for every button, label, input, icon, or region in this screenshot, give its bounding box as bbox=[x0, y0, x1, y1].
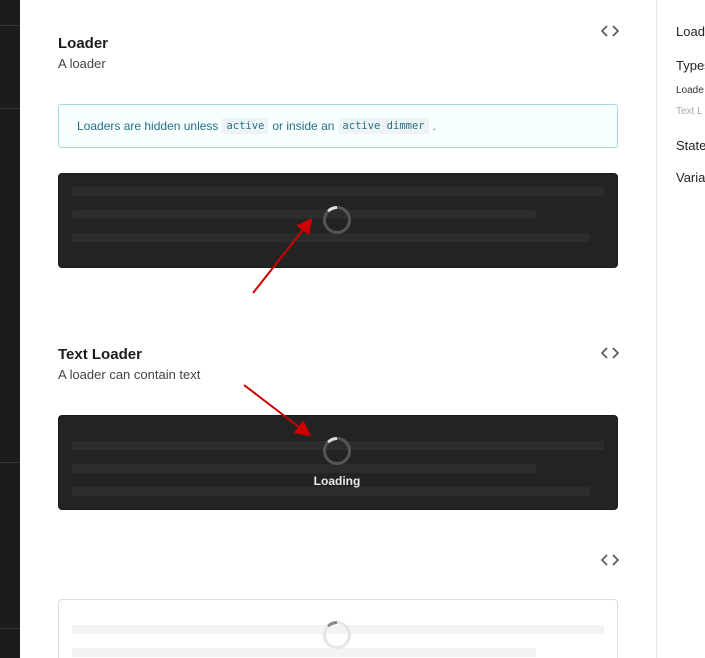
loader-demo bbox=[58, 173, 618, 268]
right-nav-sub-loader[interactable]: Loade bbox=[676, 85, 704, 96]
right-nav-states[interactable]: State bbox=[676, 138, 705, 153]
annotation-arrows bbox=[243, 217, 313, 437]
section-title-text-loader: Text Loader bbox=[58, 346, 142, 363]
section-desc-text-loader: A loader can contain text bbox=[58, 367, 201, 382]
spinner-icon bbox=[322, 436, 352, 466]
code-toggle-icon[interactable] bbox=[600, 24, 620, 38]
right-nav-types[interactable]: Types bbox=[676, 58, 705, 73]
right-nav-title[interactable]: Load bbox=[676, 24, 705, 39]
right-divider bbox=[656, 0, 657, 658]
info-message: Loaders are hidden unless active or insi… bbox=[58, 104, 618, 148]
info-text-middle: or inside an bbox=[272, 119, 335, 133]
code-toggle-icon[interactable] bbox=[600, 346, 620, 360]
section-desc-loader: A loader bbox=[58, 56, 106, 71]
code-active-dimmer: active dimmer bbox=[338, 118, 429, 134]
info-text-before: Loaders are hidden unless bbox=[77, 119, 219, 133]
docs-page: Loader A loader Loaders are hidden unles… bbox=[0, 0, 705, 658]
light-loader-demo bbox=[58, 599, 618, 658]
section-title-loader: Loader bbox=[58, 35, 109, 52]
spinner-icon bbox=[322, 620, 352, 650]
loader-text: Loading bbox=[313, 474, 361, 488]
code-active: active bbox=[222, 118, 269, 134]
left-sidebar bbox=[0, 0, 20, 658]
code-toggle-icon[interactable] bbox=[600, 553, 620, 567]
info-text-after: . bbox=[432, 119, 436, 133]
right-nav-variations[interactable]: Varia bbox=[676, 170, 705, 185]
right-nav: Load Types Loade Text L State Varia bbox=[676, 0, 705, 658]
right-nav-sub-text-loader[interactable]: Text L bbox=[676, 106, 703, 117]
text-loader-demo: Loading bbox=[58, 415, 618, 510]
spinner-icon bbox=[322, 205, 352, 235]
